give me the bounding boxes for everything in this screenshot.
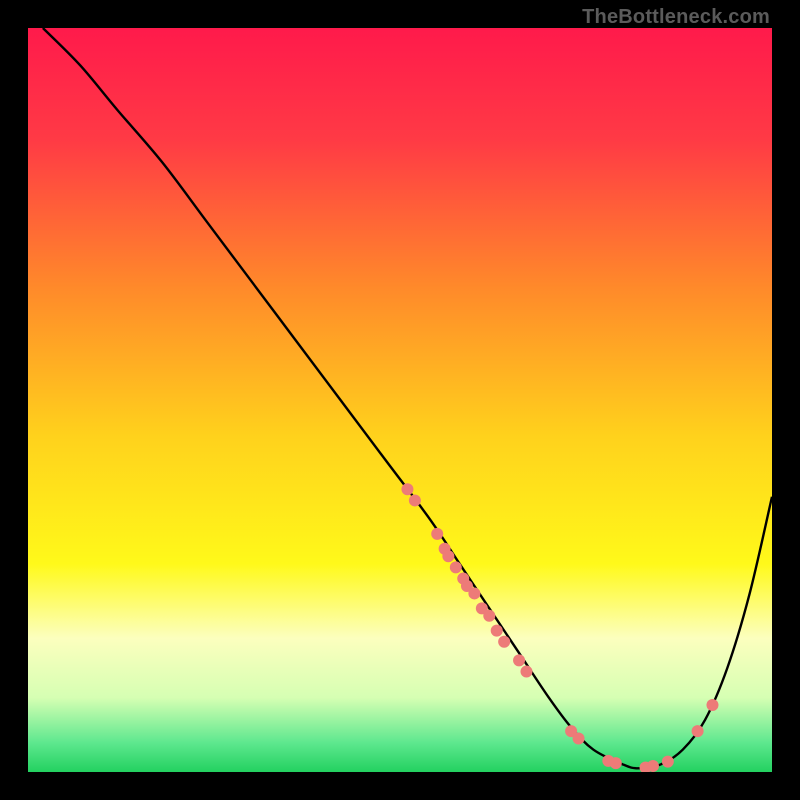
gradient-background: [28, 28, 772, 772]
data-point-marker: [483, 610, 495, 622]
data-point-marker: [647, 760, 659, 772]
chart-container: TheBottleneck.com: [0, 0, 800, 800]
data-point-marker: [706, 699, 718, 711]
data-point-marker: [468, 587, 480, 599]
data-point-marker: [513, 654, 525, 666]
data-point-marker: [491, 625, 503, 637]
data-point-marker: [662, 756, 674, 768]
chart-svg: [28, 28, 772, 772]
data-point-marker: [442, 550, 454, 562]
data-point-marker: [409, 494, 421, 506]
data-point-marker: [520, 666, 532, 678]
data-point-marker: [573, 733, 585, 745]
data-point-marker: [431, 528, 443, 540]
watermark-text: TheBottleneck.com: [582, 6, 770, 29]
data-point-marker: [498, 636, 510, 648]
data-point-marker: [610, 757, 622, 769]
data-point-marker: [692, 725, 704, 737]
plot-area: [28, 28, 772, 772]
data-point-marker: [450, 561, 462, 573]
data-point-marker: [401, 483, 413, 495]
